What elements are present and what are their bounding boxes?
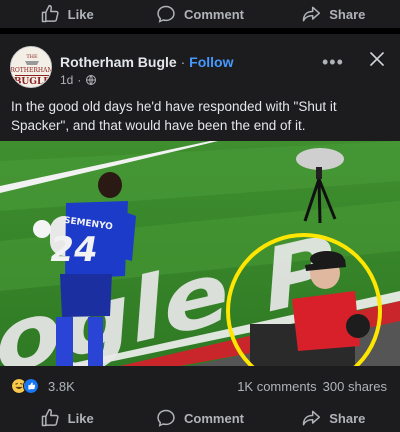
comment-count[interactable]: 1K comments (237, 379, 316, 394)
reaction-summary: 3.8K 1K comments 300 shares (0, 366, 400, 404)
player-number: 24 (47, 230, 101, 270)
like-reaction-icon (23, 378, 39, 394)
share-icon (303, 6, 321, 22)
rotherham-bugle-logo: THE ROTHERHAM BUGLE (11, 47, 52, 87)
post-header: THE ROTHERHAM BUGLE Rotherham Bugle · Fo… (0, 34, 400, 94)
share-count[interactable]: 300 shares (323, 379, 387, 394)
post-meta: 1d · (60, 73, 97, 87)
top-action-bar: Like Comment Share (0, 0, 400, 28)
comment-label: Comment (184, 410, 244, 426)
avatar[interactable]: THE ROTHERHAM BUGLE (10, 46, 52, 88)
engagement-stats: 1K comments 300 shares (237, 379, 387, 394)
like-label: Like (67, 6, 94, 22)
comment-label: Comment (184, 6, 244, 22)
name-separator: · (180, 54, 186, 70)
share-button[interactable]: Share (267, 408, 400, 428)
thumbs-up-icon (41, 408, 59, 427)
post-card: THE ROTHERHAM BUGLE Rotherham Bugle · Fo… (0, 34, 400, 404)
like-button[interactable]: Like (0, 408, 133, 428)
comment-icon (157, 409, 175, 427)
time-separator: · (77, 73, 82, 87)
close-icon[interactable] (368, 50, 386, 68)
reaction-icons[interactable] (11, 378, 39, 394)
share-label: Share (329, 6, 366, 22)
video-frame: oogle P SEMENYO 24 (0, 141, 400, 366)
bottom-action-bar: Like Comment Share (0, 404, 400, 432)
comment-icon (157, 5, 175, 23)
post-video[interactable]: oogle P SEMENYO 24 (0, 141, 400, 366)
more-options-icon[interactable]: ••• (322, 52, 344, 73)
share-label: Share (329, 410, 366, 426)
follow-button[interactable]: Follow (189, 54, 233, 70)
like-label: Like (67, 410, 94, 426)
page-name[interactable]: Rotherham Bugle (60, 54, 177, 70)
thumbs-up-icon (41, 4, 59, 23)
reaction-count[interactable]: 3.8K (48, 379, 75, 394)
svg-text:BUGLE: BUGLE (14, 77, 50, 87)
svg-text:ROTHERHAM: ROTHERHAM (11, 67, 52, 74)
post-caption: In the good old days he'd have responded… (11, 99, 337, 133)
page-name-row: Rotherham Bugle · Follow (60, 54, 233, 70)
comment-button[interactable]: Comment (133, 408, 266, 428)
svg-text:THE: THE (26, 54, 38, 60)
share-button-top[interactable]: Share (267, 4, 400, 24)
like-button-top[interactable]: Like (0, 4, 133, 24)
comment-button-top[interactable]: Comment (133, 4, 266, 24)
post-time[interactable]: 1d (60, 73, 73, 87)
globe-icon (86, 75, 97, 85)
share-icon (303, 410, 321, 426)
